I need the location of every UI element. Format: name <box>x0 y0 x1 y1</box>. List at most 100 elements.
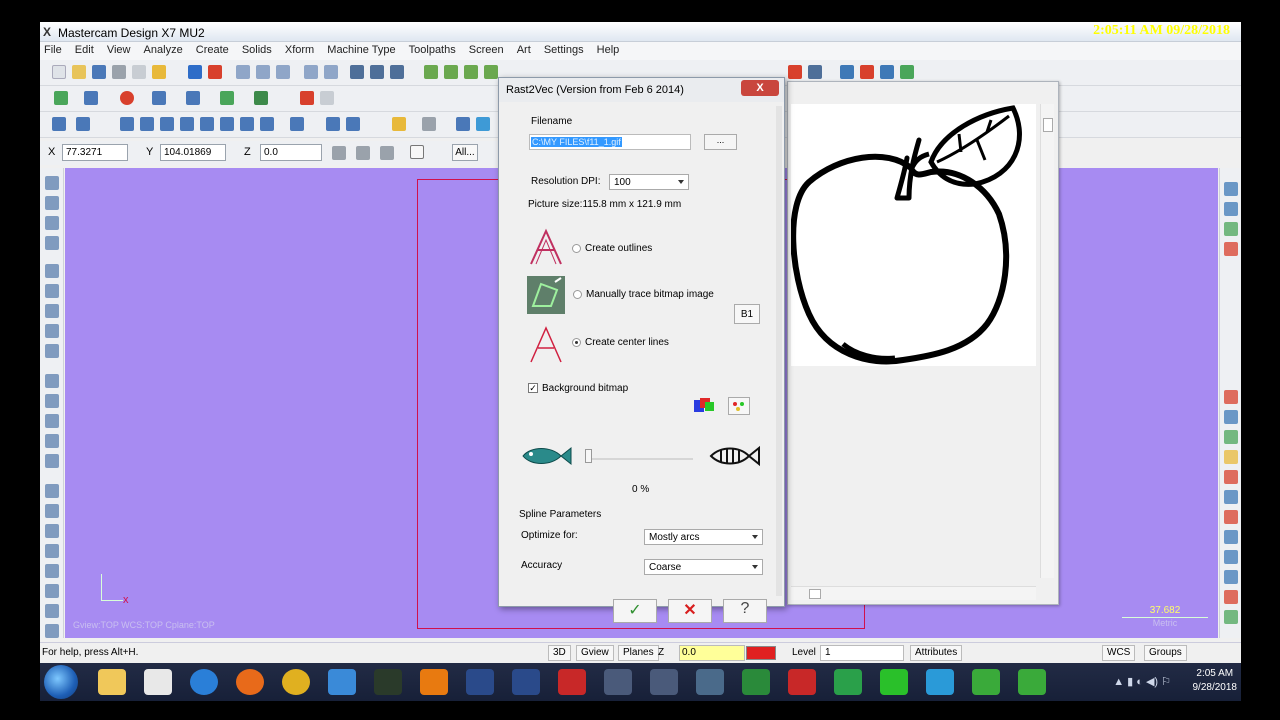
circle-icon[interactable] <box>120 91 134 105</box>
planes-button[interactable]: Planes <box>618 645 659 661</box>
zoom-out-icon[interactable] <box>304 65 318 79</box>
fit-screen-icon[interactable] <box>236 65 250 79</box>
dimension-icon[interactable] <box>45 484 59 498</box>
taskbar-clock[interactable]: 2:05 AM 9/28/2018 <box>1193 667 1238 695</box>
nvidia-icon[interactable] <box>880 669 908 695</box>
array-icon[interactable] <box>326 117 340 131</box>
chrome-icon[interactable] <box>282 669 310 695</box>
undo-icon[interactable] <box>300 91 314 105</box>
dynamic-icon[interactable] <box>1224 590 1238 604</box>
post-icon[interactable] <box>880 65 894 79</box>
tool-manager-icon[interactable] <box>1224 450 1238 464</box>
toolpath-drill-icon[interactable] <box>1224 202 1238 216</box>
search-icon[interactable] <box>328 669 356 695</box>
skype-icon[interactable] <box>926 669 954 695</box>
new-file-icon[interactable] <box>52 65 66 79</box>
detail-slider-thumb[interactable] <box>585 449 592 463</box>
manual-trace-radio[interactable] <box>573 290 582 299</box>
menu-toolpaths[interactable]: Toolpaths <box>405 42 462 56</box>
smart-dimension-icon[interactable] <box>45 584 59 598</box>
chain-icon[interactable] <box>1224 510 1238 524</box>
color-dots-button[interactable] <box>728 397 750 415</box>
firefox-icon[interactable] <box>236 669 264 695</box>
open-file-icon[interactable] <box>72 65 86 79</box>
menu-file[interactable]: File <box>40 42 68 56</box>
toolpath-face-icon[interactable] <box>1224 242 1238 256</box>
surface-sweep-icon[interactable] <box>45 414 59 428</box>
shade-icon[interactable] <box>424 65 438 79</box>
camtasia-recorder-icon[interactable] <box>972 669 1000 695</box>
preview-vscroll-thumb[interactable] <box>1043 118 1053 132</box>
ordinate-icon[interactable] <box>45 604 59 618</box>
b1-button[interactable]: B1 <box>734 304 760 324</box>
mastercam-icon[interactable] <box>604 669 632 695</box>
create-centerlines-radio[interactable] <box>572 338 581 347</box>
menu-view[interactable]: View <box>103 42 137 56</box>
resolution-select[interactable]: 100 <box>609 174 689 190</box>
photoshop-icon[interactable] <box>466 669 494 695</box>
xform-stretch-icon[interactable] <box>200 117 214 131</box>
hatch-icon[interactable] <box>45 524 59 538</box>
zoom-target-icon[interactable] <box>324 65 338 79</box>
menu-settings[interactable]: Settings <box>540 42 590 56</box>
detail-slider-track[interactable] <box>589 458 693 460</box>
stock-icon[interactable] <box>1224 470 1238 484</box>
dialog-close-button[interactable]: X <box>741 80 779 96</box>
solid-view-icon[interactable] <box>484 65 498 79</box>
status-z-input[interactable]: 0.0 <box>679 645 745 661</box>
preview-hscroll-thumb[interactable] <box>809 589 821 599</box>
illustrator-icon[interactable] <box>420 669 448 695</box>
simulate-icon[interactable] <box>900 65 914 79</box>
file-explorer-icon[interactable] <box>98 669 126 695</box>
ok-button[interactable]: ✓ <box>613 599 657 623</box>
menu-screen[interactable]: Screen <box>465 42 510 56</box>
solid-cylinder-icon[interactable] <box>45 216 59 230</box>
surface-fillet-icon[interactable] <box>45 454 59 468</box>
solid-cone-icon[interactable] <box>45 236 59 250</box>
shell-icon[interactable] <box>45 324 59 338</box>
surface-tool-icon[interactable] <box>1224 410 1238 424</box>
loft-icon[interactable] <box>45 304 59 318</box>
surface-ruled-icon[interactable] <box>45 374 59 388</box>
view-side-icon[interactable] <box>390 65 404 79</box>
leader-icon[interactable] <box>45 544 59 558</box>
optimize-select[interactable]: Mostly arcs <box>644 529 763 545</box>
background-bitmap-checkbox[interactable]: ✓ <box>528 383 538 393</box>
gview-button[interactable]: Gview <box>576 645 614 661</box>
toolpath-pocket-icon[interactable] <box>1224 222 1238 236</box>
system-tray-icons[interactable]: ▲ ▮ ◐ ◀) ⚐ <box>1113 675 1171 688</box>
snap-icon[interactable] <box>380 146 394 160</box>
help-question-icon[interactable] <box>410 145 424 159</box>
filename-input[interactable]: C:\MY FILES\f11_1.gif <box>529 134 691 150</box>
start-button[interactable] <box>44 665 78 699</box>
print-preview-icon[interactable] <box>132 65 146 79</box>
all-entities-button[interactable]: All... <box>452 144 478 161</box>
rectangle-icon[interactable] <box>152 91 166 105</box>
repaint-icon[interactable] <box>208 65 222 79</box>
zoom-in-icon[interactable] <box>276 65 290 79</box>
lock-icon[interactable] <box>356 146 370 160</box>
menu-help[interactable]: Help <box>593 42 626 56</box>
toolpath-manager-icon[interactable] <box>840 65 854 79</box>
vise-icon[interactable] <box>696 669 724 695</box>
globe-icon[interactable] <box>1224 550 1238 564</box>
groups-button[interactable]: Groups <box>1144 645 1187 661</box>
create-outlines-radio[interactable] <box>572 244 581 253</box>
solid-sketch-icon[interactable] <box>45 176 59 190</box>
move-icon[interactable] <box>188 65 202 79</box>
preview-horizontal-scrollbar[interactable] <box>791 586 1036 600</box>
utorrent-icon[interactable] <box>834 669 862 695</box>
witness-line-icon[interactable] <box>45 564 59 578</box>
xform-translate-icon[interactable] <box>76 117 90 131</box>
level-tool-icon[interactable] <box>1224 610 1238 624</box>
verify-icon[interactable] <box>860 65 874 79</box>
print-icon[interactable] <box>112 65 126 79</box>
save-icon[interactable] <box>92 65 106 79</box>
redo-icon[interactable] <box>320 91 334 105</box>
menu-solids[interactable]: Solids <box>238 42 278 56</box>
camtasia-studio-icon[interactable] <box>1018 669 1046 695</box>
gears-icon[interactable] <box>1224 570 1238 584</box>
accuracy-select[interactable]: Coarse <box>644 559 763 575</box>
sweep-icon[interactable] <box>45 284 59 298</box>
color-swatch[interactable] <box>746 646 776 660</box>
